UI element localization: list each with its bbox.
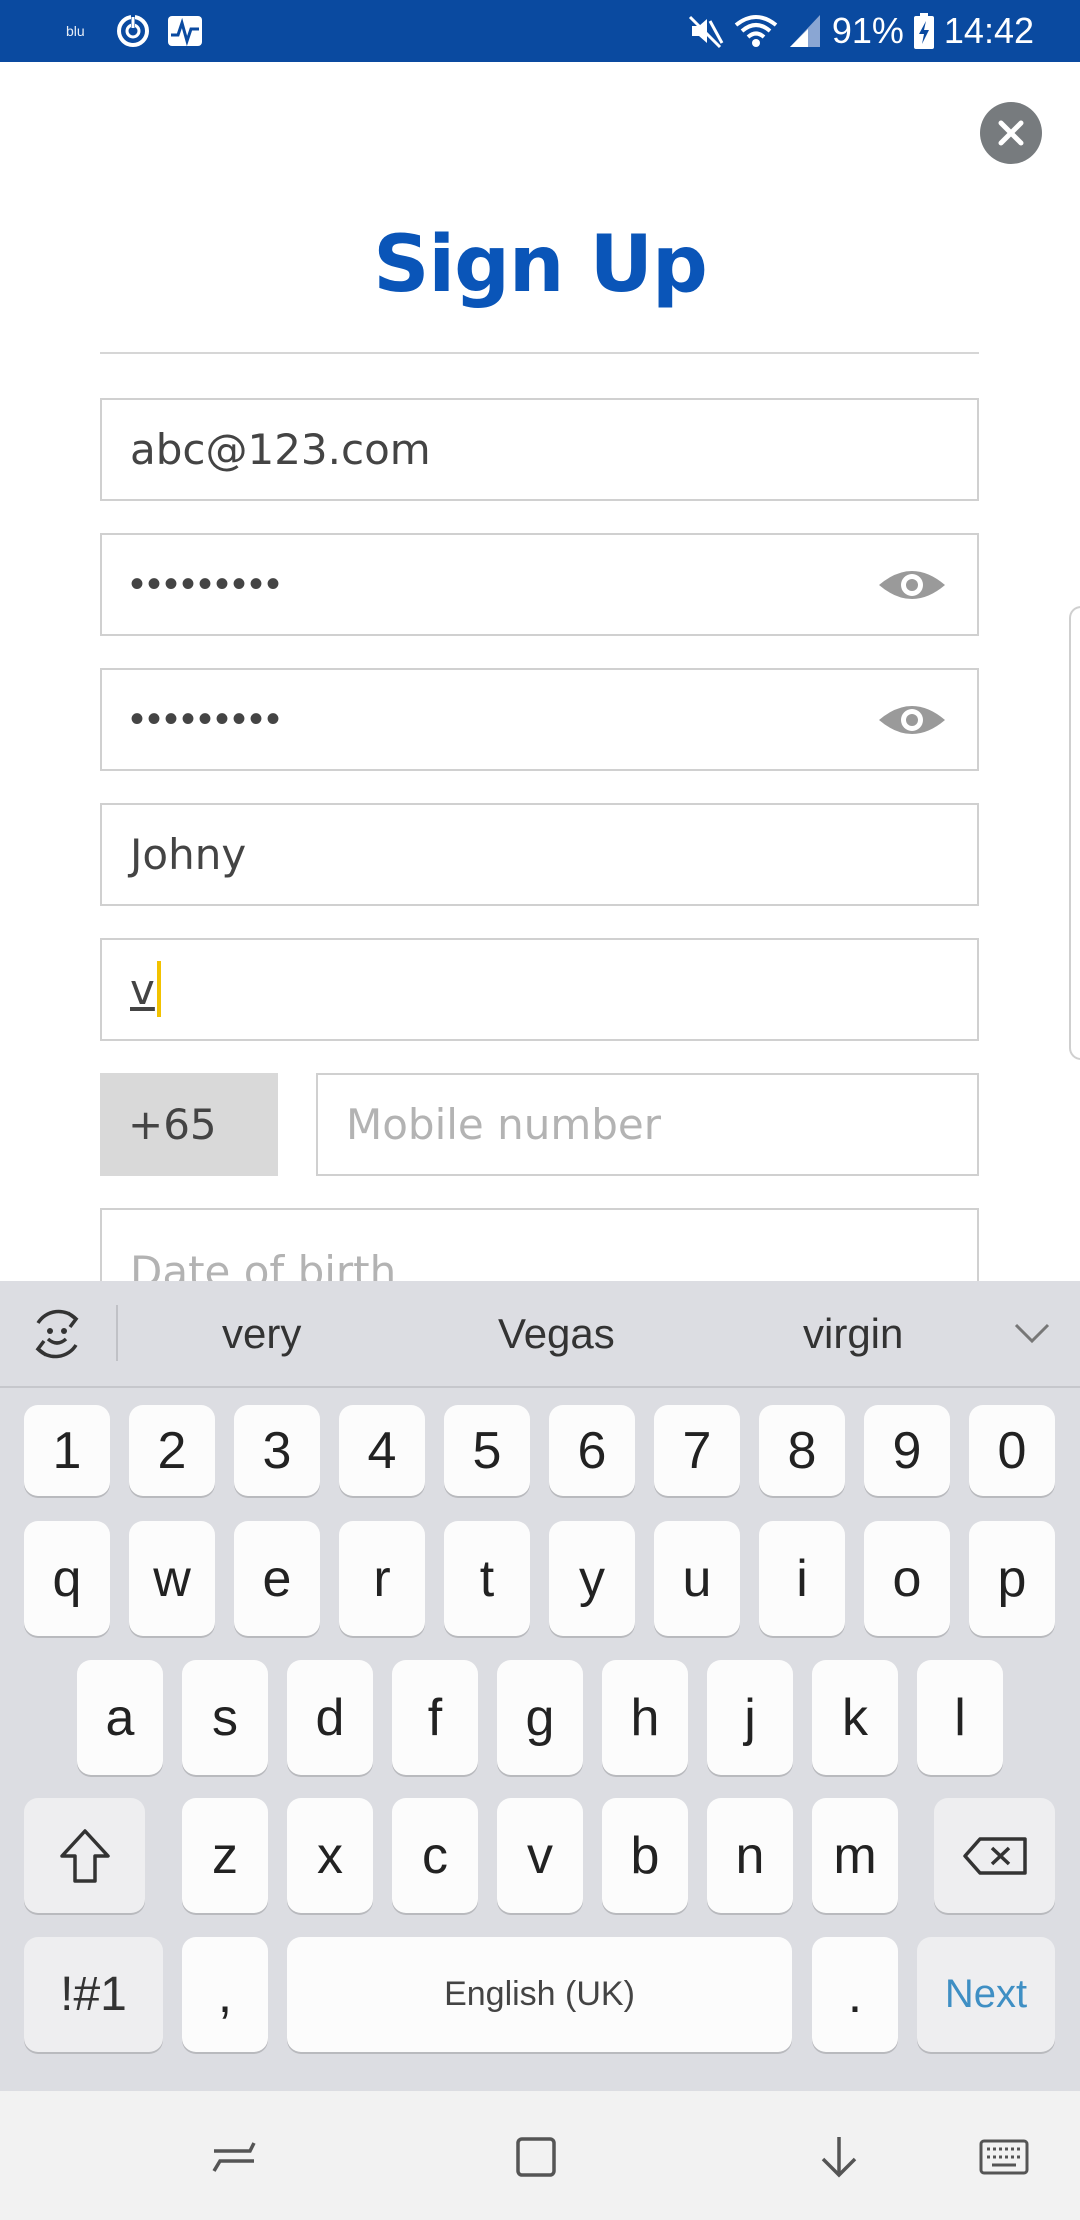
key-z[interactable]: z: [182, 1798, 268, 1913]
key-m[interactable]: m: [812, 1798, 898, 1913]
key-v[interactable]: v: [497, 1798, 583, 1913]
battery-percent: 91%: [831, 10, 904, 51]
status-bar: blu 91% 14:42: [0, 0, 1080, 62]
key-n[interactable]: n: [707, 1798, 793, 1913]
key-s[interactable]: s: [182, 1660, 268, 1775]
suggestion-3[interactable]: virgin: [803, 1281, 903, 1386]
key-h[interactable]: h: [602, 1660, 688, 1775]
key-p[interactable]: p: [969, 1521, 1055, 1636]
backspace-key[interactable]: [934, 1798, 1055, 1913]
shift-key[interactable]: [24, 1798, 145, 1913]
country-code-value: +65: [128, 1100, 217, 1149]
edge-panel-handle[interactable]: [1069, 606, 1080, 1060]
key-x[interactable]: x: [287, 1798, 373, 1913]
next-key[interactable]: Next: [917, 1937, 1055, 2052]
symbols-key[interactable]: !#1: [24, 1937, 163, 2052]
title-divider: [100, 352, 979, 354]
email-field[interactable]: abc@123.com: [100, 398, 979, 501]
key-8[interactable]: 8: [759, 1405, 845, 1496]
close-icon: [998, 120, 1024, 146]
confirm-password-field[interactable]: •••••••••: [100, 668, 979, 771]
key-3[interactable]: 3: [234, 1405, 320, 1496]
close-button[interactable]: [980, 102, 1042, 164]
key-0[interactable]: 0: [969, 1405, 1055, 1496]
home-icon[interactable]: [512, 2133, 560, 2181]
space-key[interactable]: English (UK): [287, 1937, 792, 2052]
mobile-placeholder: Mobile number: [346, 1100, 662, 1149]
hide-keyboard-icon[interactable]: [815, 2133, 863, 2181]
suggestion-bar: very Vegas virgin: [0, 1281, 1080, 1388]
page-title: Sign Up: [373, 220, 708, 310]
key-w[interactable]: w: [129, 1521, 215, 1636]
first-name-field[interactable]: Johny: [100, 803, 979, 906]
key-t[interactable]: t: [444, 1521, 530, 1636]
recent-apps-icon[interactable]: [210, 2133, 258, 2181]
navigation-bar: [0, 2091, 1080, 2220]
first-name-value: Johny: [130, 830, 247, 879]
carrier-label: blu: [66, 23, 85, 39]
mobile-number-field[interactable]: Mobile number: [316, 1073, 979, 1176]
last-name-field[interactable]: v: [100, 938, 979, 1041]
key-k[interactable]: k: [812, 1660, 898, 1775]
backspace-icon: [962, 1836, 1027, 1875]
key-c[interactable]: c: [392, 1798, 478, 1913]
status-right: 91% 14:42: [688, 0, 1034, 62]
signal-icon: [789, 15, 820, 47]
key-a[interactable]: a: [77, 1660, 163, 1775]
key-y[interactable]: y: [549, 1521, 635, 1636]
confirm-password-masked-value: •••••••••: [130, 697, 284, 741]
eye-icon[interactable]: [877, 700, 947, 740]
last-name-value: v: [130, 940, 161, 1039]
email-value: abc@123.com: [130, 425, 431, 474]
key-4[interactable]: 4: [339, 1405, 425, 1496]
key-d[interactable]: d: [287, 1660, 373, 1775]
period-key[interactable]: .: [812, 1937, 898, 2052]
key-9[interactable]: 9: [864, 1405, 950, 1496]
soft-keyboard: very Vegas virgin 1 2 3 4 5 6 7 8 9 0 q …: [0, 1281, 1080, 2091]
key-7[interactable]: 7: [654, 1405, 740, 1496]
key-f[interactable]: f: [392, 1660, 478, 1775]
keyboard-icon[interactable]: [978, 2133, 1030, 2181]
suggestion-separator: [116, 1305, 118, 1361]
suggestion-2[interactable]: Vegas: [498, 1281, 615, 1386]
key-5[interactable]: 5: [444, 1405, 530, 1496]
key-1[interactable]: 1: [24, 1405, 110, 1496]
wifi-icon: [734, 15, 778, 47]
key-r[interactable]: r: [339, 1521, 425, 1636]
key-e[interactable]: e: [234, 1521, 320, 1636]
key-i[interactable]: i: [759, 1521, 845, 1636]
password-masked-value: •••••••••: [130, 562, 284, 606]
key-6[interactable]: 6: [549, 1405, 635, 1496]
key-b[interactable]: b: [602, 1798, 688, 1913]
key-g[interactable]: g: [497, 1660, 583, 1775]
key-q[interactable]: q: [24, 1521, 110, 1636]
text-cursor: [156, 960, 161, 1017]
date-of-birth-field[interactable]: Date of birth: [100, 1208, 979, 1290]
emoji-refresh-icon[interactable]: [28, 1305, 86, 1363]
activity-icon: [167, 16, 202, 47]
dob-placeholder: Date of birth: [130, 1247, 397, 1290]
status-left: blu: [66, 0, 203, 62]
key-o[interactable]: o: [864, 1521, 950, 1636]
shift-icon: [59, 1828, 110, 1883]
country-code-selector[interactable]: +65: [100, 1073, 278, 1176]
key-l[interactable]: l: [917, 1660, 1003, 1775]
mute-icon: [688, 15, 724, 49]
clock: 14:42: [943, 10, 1034, 51]
power-icon: [116, 15, 149, 47]
password-field[interactable]: •••••••••: [100, 533, 979, 636]
chevron-down-icon[interactable]: [1014, 1321, 1050, 1345]
eye-icon[interactable]: [877, 565, 947, 605]
key-2[interactable]: 2: [129, 1405, 215, 1496]
last-name-text: v: [130, 965, 155, 1014]
suggestion-1[interactable]: very: [222, 1281, 301, 1386]
comma-key[interactable]: ,: [182, 1937, 268, 2052]
battery-charging-icon: [913, 13, 934, 49]
key-j[interactable]: j: [707, 1660, 793, 1775]
key-u[interactable]: u: [654, 1521, 740, 1636]
